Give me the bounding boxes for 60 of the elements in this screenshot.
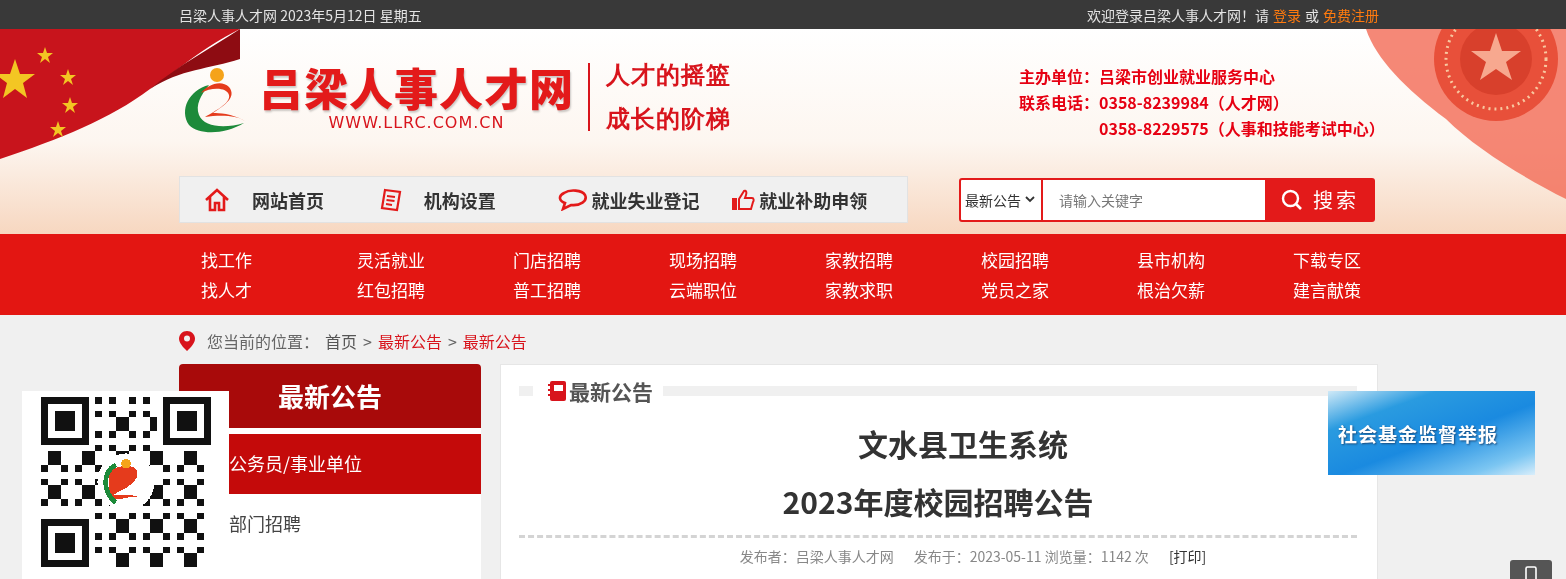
- date-text: 吕梁人事人才网 2023年5月12日 星期五: [179, 4, 422, 25]
- menu-link[interactable]: 灵活就业: [357, 245, 425, 275]
- report-banner[interactable]: 社会基金监督举报: [1328, 391, 1535, 475]
- phone-icon: [1525, 566, 1537, 579]
- menu-link[interactable]: 根治欠薪: [1137, 275, 1205, 305]
- search-icon: [1281, 188, 1303, 211]
- menu-link[interactable]: 找人才: [201, 275, 252, 305]
- menu-link[interactable]: 门店招聘: [513, 245, 581, 275]
- search-field[interactable]: 请输入关键字: [1043, 177, 1265, 222]
- or-text: 或: [1305, 4, 1319, 25]
- menu-link[interactable]: 红包招聘: [357, 275, 425, 305]
- sidebar-item[interactable]: 公务员/事业单位: [229, 434, 481, 494]
- sponsor-text: 吕梁市创业就业服务中心: [1099, 63, 1277, 89]
- breadcrumb-link[interactable]: 首页: [325, 328, 358, 353]
- publisher-text: 发布者：吕梁人事人才网: [739, 546, 894, 566]
- print-link[interactable]: [打印]: [1168, 546, 1207, 566]
- slogan-text: 成长的阶梯: [606, 105, 731, 134]
- location-pin-icon: [179, 330, 195, 351]
- document-icon: [379, 187, 402, 212]
- menu-link[interactable]: 现场招聘: [669, 245, 737, 275]
- main-nav-link[interactable]: 网站首页: [204, 186, 380, 213]
- menu-link[interactable]: 党员之家: [981, 275, 1049, 305]
- thumbs-up-icon: [731, 188, 756, 211]
- menu-link[interactable]: 校园招聘: [981, 245, 1049, 275]
- menu-link[interactable]: 建言献策: [1293, 275, 1361, 305]
- section-title: 最新公告: [569, 376, 653, 406]
- sidebar-title: 最新公告: [179, 364, 481, 428]
- slogan-text: 人才的摇篮: [606, 61, 731, 90]
- menu-link[interactable]: 县市机构: [1137, 245, 1205, 275]
- site-url: WWW.LLRC.COM.CN: [328, 113, 505, 132]
- notebook-icon: [547, 380, 567, 402]
- menu-link[interactable]: 找工作: [201, 245, 252, 275]
- category-select[interactable]: 最新公告: [959, 177, 1043, 222]
- main-nav-link[interactable]: 机构设置: [379, 186, 556, 213]
- sponsor-label: 主办单位：: [1019, 63, 1099, 89]
- main-nav-link[interactable]: 就业失业登记: [555, 186, 732, 213]
- site-name: 吕梁人事人才网: [259, 63, 574, 111]
- breadcrumb-link[interactable]: 最新公告: [377, 328, 442, 353]
- phone-number: 0358-8239984（人才网）: [1099, 89, 1290, 115]
- location-label: 您当前的位置：: [207, 328, 319, 353]
- menu-link[interactable]: 家教求职: [825, 275, 893, 305]
- article-title: 2023年度校园招聘公告: [782, 481, 1094, 521]
- chevron-down-icon: [1025, 196, 1035, 203]
- publish-info: 发布于：2023-05-11 浏览量：1142 次: [913, 546, 1149, 566]
- home-icon: [204, 187, 230, 212]
- phone-label: 联系电话：: [1019, 89, 1099, 115]
- menu-link[interactable]: 家教招聘: [825, 245, 893, 275]
- article-title: 文水县卫生系统: [858, 423, 1068, 463]
- breadcrumb-separator: >: [447, 328, 457, 353]
- breadcrumb-link[interactable]: 最新公告: [462, 328, 527, 353]
- welcome-text: 欢迎登录吕梁人事人才网！请: [1087, 4, 1269, 25]
- register-link[interactable]: 免费注册: [1323, 4, 1379, 25]
- phone-number: 0358-8229575（人事和技能考试中心）: [1099, 115, 1385, 141]
- main-nav-link[interactable]: 就业补助申领: [731, 186, 907, 213]
- menu-link[interactable]: 云端职位: [669, 275, 737, 305]
- search-button[interactable]: 搜索: [1265, 177, 1375, 222]
- breadcrumb-separator: >: [363, 328, 372, 353]
- login-link[interactable]: 登录: [1273, 4, 1301, 25]
- menu-link[interactable]: 下载专区: [1293, 245, 1361, 275]
- menu-link[interactable]: 普工招聘: [513, 275, 581, 305]
